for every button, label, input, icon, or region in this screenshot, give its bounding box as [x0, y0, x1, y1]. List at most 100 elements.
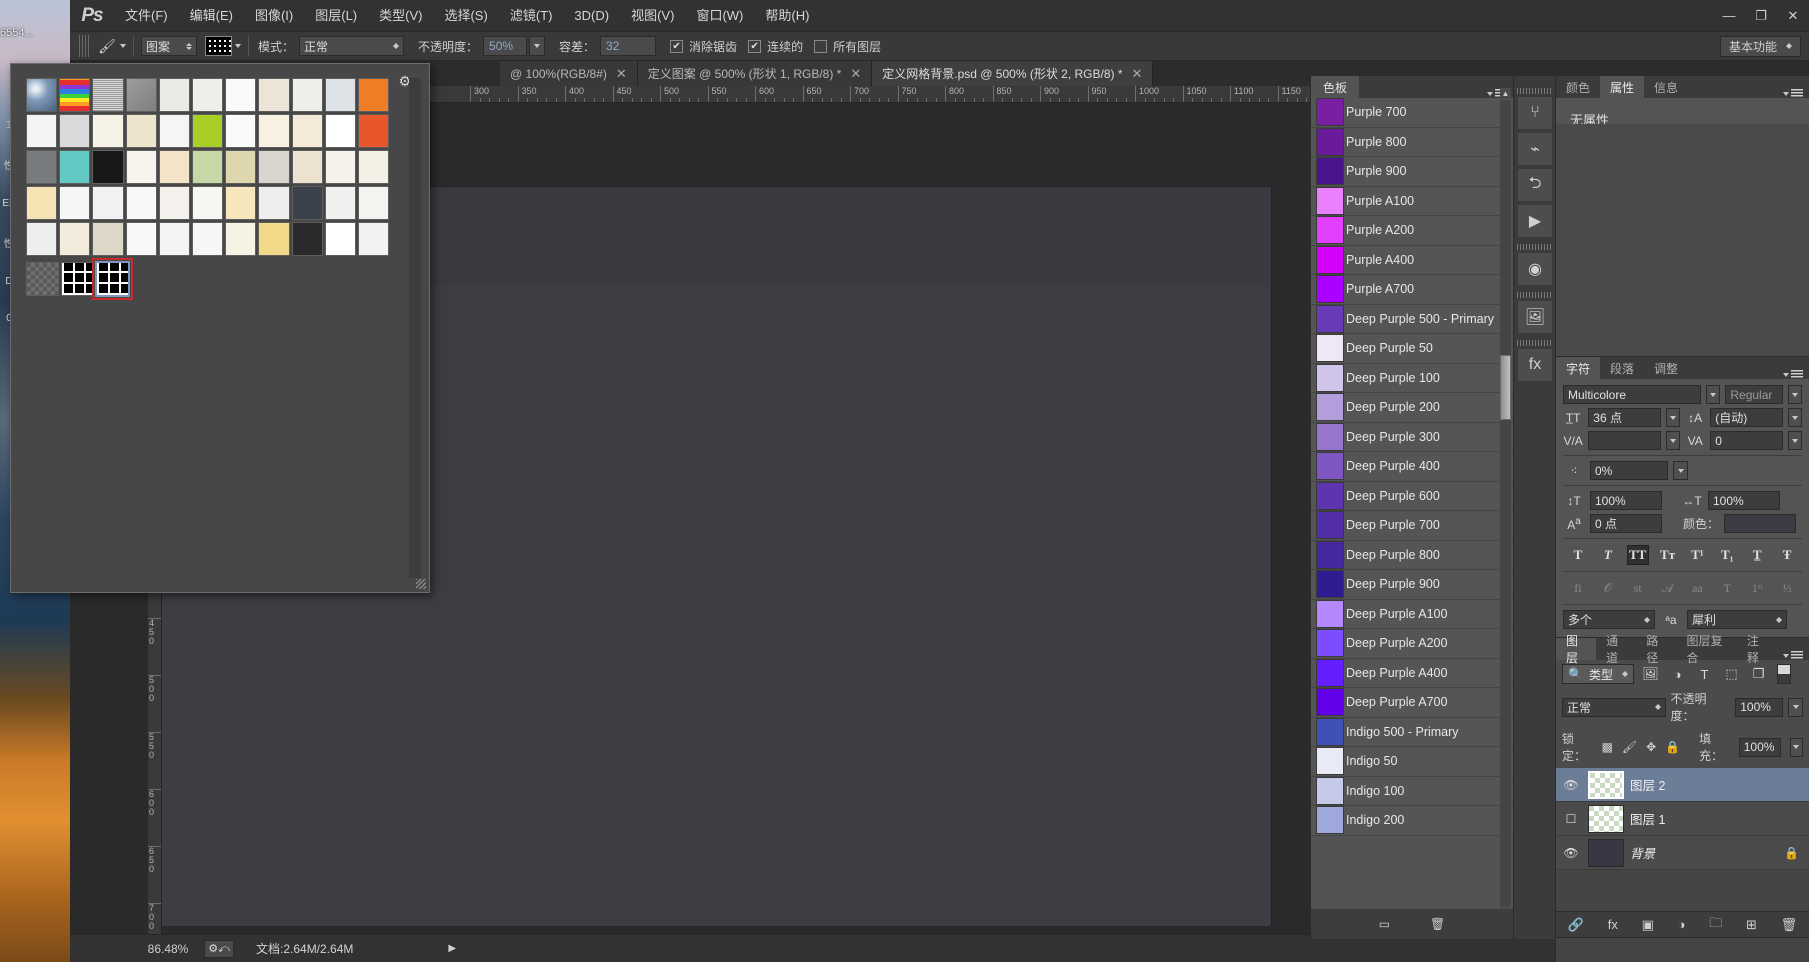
mode-spinner-icon[interactable]	[393, 43, 399, 49]
ordinals-button[interactable]: 1ˢᵗ	[1746, 578, 1768, 598]
swatch-row[interactable]: Deep Purple 300	[1311, 423, 1513, 453]
pattern-swatch[interactable]	[358, 78, 389, 112]
pattern-swatch[interactable]	[92, 114, 123, 148]
pattern-swatch[interactable]	[292, 186, 323, 220]
leading-chevron-down-icon[interactable]	[1788, 408, 1802, 427]
pattern-swatch[interactable]	[59, 150, 90, 184]
pattern-swatch[interactable]	[192, 150, 223, 184]
swatch-row[interactable]: Purple A400	[1311, 246, 1513, 276]
dock-gripper-2[interactable]	[1517, 244, 1553, 250]
mask-icon[interactable]: ▣	[1642, 917, 1654, 933]
font-family-chevron-down-icon[interactable]	[1706, 385, 1720, 404]
swatch-row[interactable]: Deep Purple 400	[1311, 452, 1513, 482]
opacity-chevron-down-icon[interactable]	[529, 36, 545, 56]
layer2-thumbnail[interactable]	[1588, 771, 1624, 799]
vertical-scale-field[interactable]: 100%	[1590, 491, 1662, 510]
swatch-row[interactable]: Indigo 200	[1311, 806, 1513, 836]
pattern-picker-scrollbar[interactable]	[409, 78, 421, 578]
menu-image[interactable]: 图像(I)	[244, 0, 304, 32]
menu-file[interactable]: 文件(F)	[114, 0, 179, 32]
swatch-color-chip[interactable]	[1316, 98, 1344, 126]
menu-filter[interactable]: 滤镜(T)	[499, 0, 564, 32]
pattern-swatch[interactable]	[358, 150, 389, 184]
swatch-row[interactable]: Purple 700	[1311, 98, 1513, 128]
pattern-swatch[interactable]	[292, 78, 323, 112]
options-bar-gripper[interactable]	[79, 35, 89, 57]
swatch-color-chip[interactable]	[1316, 157, 1344, 185]
swash-button[interactable]: 𝒜	[1657, 578, 1679, 598]
pattern-swatch-preview[interactable]	[205, 36, 232, 56]
strikethrough-button[interactable]: Ŧ	[1776, 545, 1798, 565]
lock-all-icon[interactable]: 🔒	[1665, 740, 1680, 754]
pattern-swatch[interactable]	[59, 186, 90, 220]
pattern-swatch[interactable]	[159, 222, 190, 256]
blend-mode-select[interactable]: 正常	[1562, 698, 1666, 717]
swatch-row[interactable]: Indigo 50	[1311, 747, 1513, 777]
adjustments-fx-icon[interactable]: fx	[1517, 348, 1553, 382]
pattern-swatch[interactable]	[225, 114, 256, 148]
pattern-swatch[interactable]	[358, 186, 389, 220]
swatch-color-chip[interactable]	[1316, 216, 1344, 244]
tracking-field[interactable]: 0	[1710, 431, 1783, 450]
layer-filter-type-select[interactable]: 🔍 类型	[1562, 664, 1634, 684]
swatch-color-chip[interactable]	[1316, 659, 1344, 687]
document-tab-2[interactable]: 定义图案 @ 500% (形状 1, RGB/8) * ✕	[638, 61, 872, 86]
pattern-swatch[interactable]	[92, 150, 123, 184]
swatch-row[interactable]: Deep Purple 50	[1311, 334, 1513, 364]
pattern-swatch[interactable]	[325, 78, 356, 112]
swatches-scroll-up-icon[interactable]: ▲	[1500, 88, 1511, 99]
pattern-swatch[interactable]	[92, 222, 123, 256]
swatches-scroll-thumb[interactable]	[1500, 355, 1511, 420]
pattern-swatch[interactable]	[159, 150, 190, 184]
swatch-color-chip[interactable]	[1316, 393, 1344, 421]
pattern-swatch[interactable]	[192, 222, 223, 256]
pattern-swatch[interactable]	[225, 186, 256, 220]
swatch-row[interactable]: Deep Purple 200	[1311, 393, 1513, 423]
swatch-color-chip[interactable]	[1316, 629, 1344, 657]
document-tab-1-close-icon[interactable]: ✕	[616, 66, 627, 82]
swatch-row[interactable]: Deep Purple 900	[1311, 570, 1513, 600]
blend-mode-spinner-icon[interactable]	[1655, 704, 1661, 710]
dock-gripper-3[interactable]	[1517, 292, 1553, 298]
pattern-swatch[interactable]	[258, 222, 289, 256]
swatch-row[interactable]: Purple 900	[1311, 157, 1513, 187]
tool-presets-icon[interactable]: ⌁	[1517, 132, 1553, 166]
swatches-scrollbar[interactable]: ▲ ▼	[1500, 100, 1511, 907]
pixel-filter-icon[interactable]: 🖼	[1640, 664, 1661, 684]
tab-layers[interactable]: 图层	[1556, 638, 1596, 660]
kerning-field[interactable]	[1588, 431, 1661, 450]
mode-select[interactable]: 正常	[299, 36, 404, 56]
swatch-color-chip[interactable]	[1316, 246, 1344, 274]
swatch-row[interactable]: Deep Purple 800	[1311, 541, 1513, 571]
pattern-picker-resize-handle[interactable]	[416, 579, 426, 589]
underline-button[interactable]: T̲	[1746, 545, 1768, 565]
pattern-swatch[interactable]	[225, 150, 256, 184]
swatch-row[interactable]: Deep Purple 600	[1311, 482, 1513, 512]
background-visibility-eye-icon[interactable]: 👁	[1560, 846, 1582, 860]
pattern-swatch[interactable]	[325, 114, 356, 148]
swatch-row[interactable]: Indigo 100	[1311, 777, 1513, 807]
delete-layer-icon[interactable]: 🗑	[1781, 917, 1798, 933]
antialias-checkbox[interactable]: ✔ 消除锯齿	[670, 38, 737, 55]
fill-chevron-down-icon[interactable]	[1790, 738, 1803, 757]
type-filter-icon[interactable]: T	[1694, 664, 1715, 684]
pattern-swatch[interactable]	[26, 186, 57, 220]
layers-panel-menu-icon[interactable]	[1777, 651, 1809, 660]
swatch-row[interactable]: Deep Purple 100	[1311, 364, 1513, 394]
status-expand-arrow-icon[interactable]: ▶	[448, 943, 456, 954]
pattern-swatch[interactable]	[292, 150, 323, 184]
swatch-color-chip[interactable]	[1316, 747, 1344, 775]
dock-gripper-1[interactable]	[1517, 88, 1553, 94]
swatch-row[interactable]: Deep Purple A400	[1311, 659, 1513, 689]
new-layer-icon[interactable]: ⊞	[1746, 917, 1757, 933]
menu-window[interactable]: 窗口(W)	[685, 0, 754, 32]
pattern-swatch[interactable]	[159, 186, 190, 220]
checker-pattern[interactable]	[26, 262, 59, 296]
antialias-spinner-icon[interactable]	[1776, 617, 1782, 623]
smartobject-filter-icon[interactable]: ❐	[1748, 664, 1769, 684]
libraries-icon[interactable]: 🖼	[1517, 300, 1553, 334]
superscript-button[interactable]: T¹	[1686, 545, 1708, 565]
faux-bold-button[interactable]: T	[1567, 545, 1589, 565]
swatch-color-chip[interactable]	[1316, 777, 1344, 805]
swatch-color-chip[interactable]	[1316, 570, 1344, 598]
